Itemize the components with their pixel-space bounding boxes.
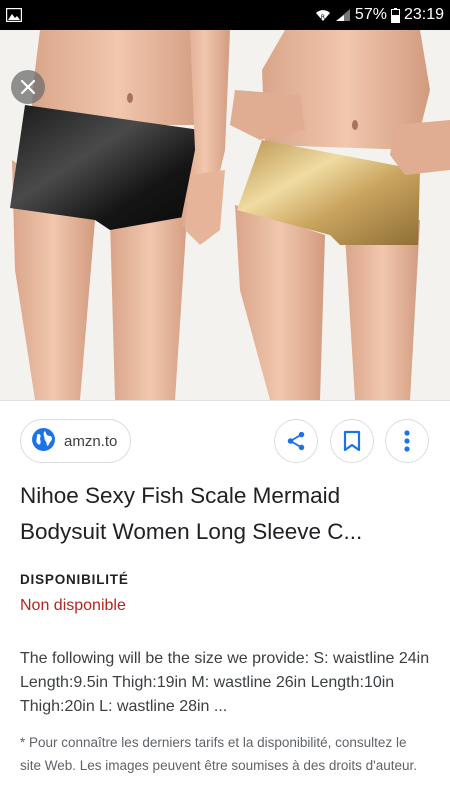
more-options-button[interactable] [385,419,429,463]
source-link-chip[interactable]: amzn.to [20,419,131,463]
close-button[interactable] [11,70,45,104]
more-vert-icon [404,430,410,452]
globe-icon [31,427,56,456]
share-icon [287,431,305,451]
save-button[interactable] [330,419,374,463]
source-domain: amzn.to [64,432,118,450]
image-notification-icon [6,8,22,22]
bookmark-icon [343,430,361,452]
share-button[interactable] [274,419,318,463]
svg-text:R: R [321,14,325,21]
availability-status: Non disponible [20,597,126,614]
product-description: The following will be the size we provid… [20,650,430,715]
product-photo [0,30,450,400]
product-image[interactable] [0,30,450,400]
status-bar: R 57% 23:19 [0,0,450,30]
close-icon [21,80,35,94]
availability-label: DISPONIBILITÉ [20,572,129,587]
status-time: 23:19 [403,6,444,23]
divider [0,400,450,401]
disclaimer-text: * Pour connaître les derniers tarifs et … [20,735,418,773]
battery-icon [390,7,400,23]
wifi-icon: R [315,8,331,22]
product-title[interactable]: Nihoe Sexy Fish Scale Mermaid Bodysuit W… [20,478,432,550]
battery-percent: 57% [354,6,387,23]
signal-icon [335,8,351,22]
